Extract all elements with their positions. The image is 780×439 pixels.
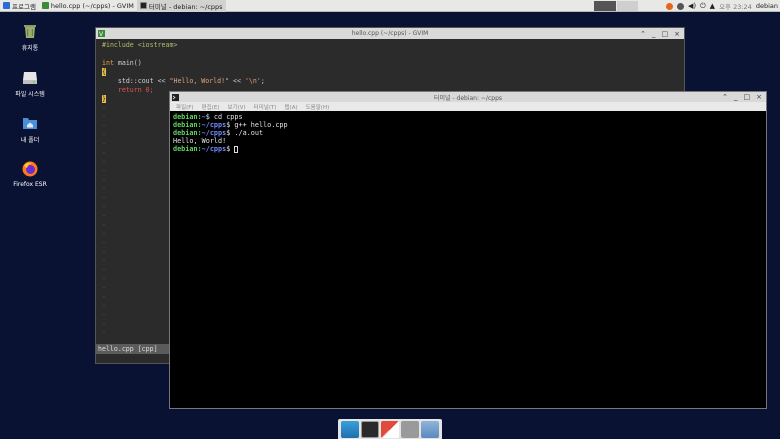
code-line: #include <iostream>: [102, 41, 178, 49]
text-cursor: [234, 145, 239, 153]
close-icon[interactable]: ×: [756, 93, 762, 101]
menu-terminal[interactable]: 터미널(T): [254, 103, 277, 111]
terminal-line: debian:~/cpps$ g++ hello.cpp: [173, 121, 288, 129]
maximize-icon[interactable]: □: [662, 30, 669, 38]
matching-brace: }: [102, 95, 106, 103]
minimize-icon[interactable]: _: [734, 93, 738, 101]
close-icon[interactable]: ×: [674, 30, 680, 38]
terminal-prompt: debian:~/cpps$: [173, 145, 763, 153]
desktop-icon-label: 파일 시스템: [15, 91, 45, 98]
taskbar-item-terminal[interactable]: 터미널 - debian: ~/cpps: [136, 0, 226, 12]
workspace-2[interactable]: [616, 1, 638, 11]
desktop-icon-filesystem[interactable]: 파일 시스템: [7, 68, 53, 98]
menu-file[interactable]: 파일(F): [176, 103, 194, 111]
terminal-launcher-icon[interactable]: [361, 420, 379, 438]
menu-help[interactable]: 도움말(H): [306, 103, 330, 111]
workspace-1[interactable]: [594, 1, 616, 11]
clock[interactable]: 오후 23:24: [719, 1, 752, 11]
menu-edit[interactable]: 편집(E): [202, 103, 220, 111]
gvim-titlebar[interactable]: V hello.cpp (~/cpps) - GVIM ⌃ _ □ ×: [96, 28, 684, 39]
bottom-dock: [338, 419, 442, 439]
gvim-title: hello.cpp (~/cpps) - GVIM: [351, 30, 429, 37]
desktop-icon-home[interactable]: 내 폴더: [7, 114, 53, 144]
network-icon[interactable]: [677, 2, 684, 10]
system-tray: ◀) ⏻ ▲ 오후 23:24 debian: [666, 0, 778, 12]
terminal-line: debian:~/cpps$ ./a.out: [173, 129, 264, 137]
terminal-icon: [139, 2, 147, 9]
maximize-icon[interactable]: □: [744, 93, 751, 101]
user-name[interactable]: debian: [756, 2, 778, 10]
trash-icon: [21, 22, 39, 40]
terminal-menubar: 파일(F) 편집(E) 보기(V) 터미널(T) 탭(A) 도움말(H): [170, 102, 766, 111]
top-panel: 프로그램 hello.cpp (~/cpps) - GVIM 터미널 - deb…: [0, 0, 780, 12]
text-editor-icon[interactable]: [401, 420, 419, 438]
desktop-icon-trash[interactable]: 휴지통: [7, 22, 53, 52]
taskbar-item-label: 터미널 - debian: ~/cpps: [148, 2, 223, 11]
menu-tabs[interactable]: 탭(A): [285, 103, 298, 111]
terminal-titlebar[interactable]: 터미널 - debian: ~/cpps ⌃ _ □ ×: [170, 92, 766, 102]
terminal-output[interactable]: debian:~$ cd cpps debian:~/cpps$ g++ hel…: [170, 111, 766, 155]
xfce-logo-icon: [3, 2, 10, 9]
minimize-icon[interactable]: _: [652, 30, 656, 38]
app-menu-label: 프로그램: [12, 2, 36, 11]
matching-brace: {: [102, 68, 106, 76]
menu-view[interactable]: 보기(V): [227, 103, 245, 111]
show-desktop-icon[interactable]: [341, 420, 359, 438]
notification-bell-icon[interactable]: ▲: [710, 2, 715, 10]
code-line: int main(): [102, 59, 142, 67]
drive-icon: [21, 68, 39, 86]
workspace-switcher[interactable]: [594, 1, 638, 11]
power-icon[interactable]: ⏻: [700, 2, 706, 11]
terminal-line: debian:~$ cd cpps: [173, 113, 243, 121]
code-line: std::cout << "Hello, World!" << '\n';: [102, 77, 265, 85]
chevron-up-icon[interactable]: ⌃: [640, 30, 646, 38]
chevron-up-icon[interactable]: ⌃: [722, 93, 728, 101]
gvim-launcher-icon[interactable]: [381, 420, 399, 438]
taskbar-item-label: hello.cpp (~/cpps) - GVIM: [50, 1, 134, 10]
desktop-icon-label: Firefox ESR: [13, 181, 47, 188]
code-line: {: [102, 68, 678, 77]
desktop-icon-firefox[interactable]: Firefox ESR: [7, 160, 53, 188]
terminal-app-icon: [172, 94, 179, 101]
home-folder-icon: [21, 114, 39, 132]
program-output: Hello, World!: [173, 137, 227, 145]
gvim-app-icon: V: [98, 30, 105, 38]
firefox-tray-icon[interactable]: [666, 2, 673, 10]
file-manager-icon[interactable]: [421, 420, 439, 438]
gvim-icon: [41, 2, 49, 9]
firefox-icon: [21, 160, 39, 178]
desktop-icon-label: 내 폴더: [20, 137, 40, 144]
terminal-title: 터미널 - debian: ~/cpps: [433, 94, 502, 102]
volume-icon[interactable]: ◀): [688, 2, 696, 10]
terminal-window[interactable]: 터미널 - debian: ~/cpps ⌃ _ □ × 파일(F) 편집(E)…: [169, 91, 767, 409]
taskbar-item-gvim[interactable]: hello.cpp (~/cpps) - GVIM: [39, 0, 137, 12]
desktop-icon-label: 휴지통: [21, 45, 39, 52]
app-menu-button[interactable]: 프로그램: [0, 0, 39, 12]
